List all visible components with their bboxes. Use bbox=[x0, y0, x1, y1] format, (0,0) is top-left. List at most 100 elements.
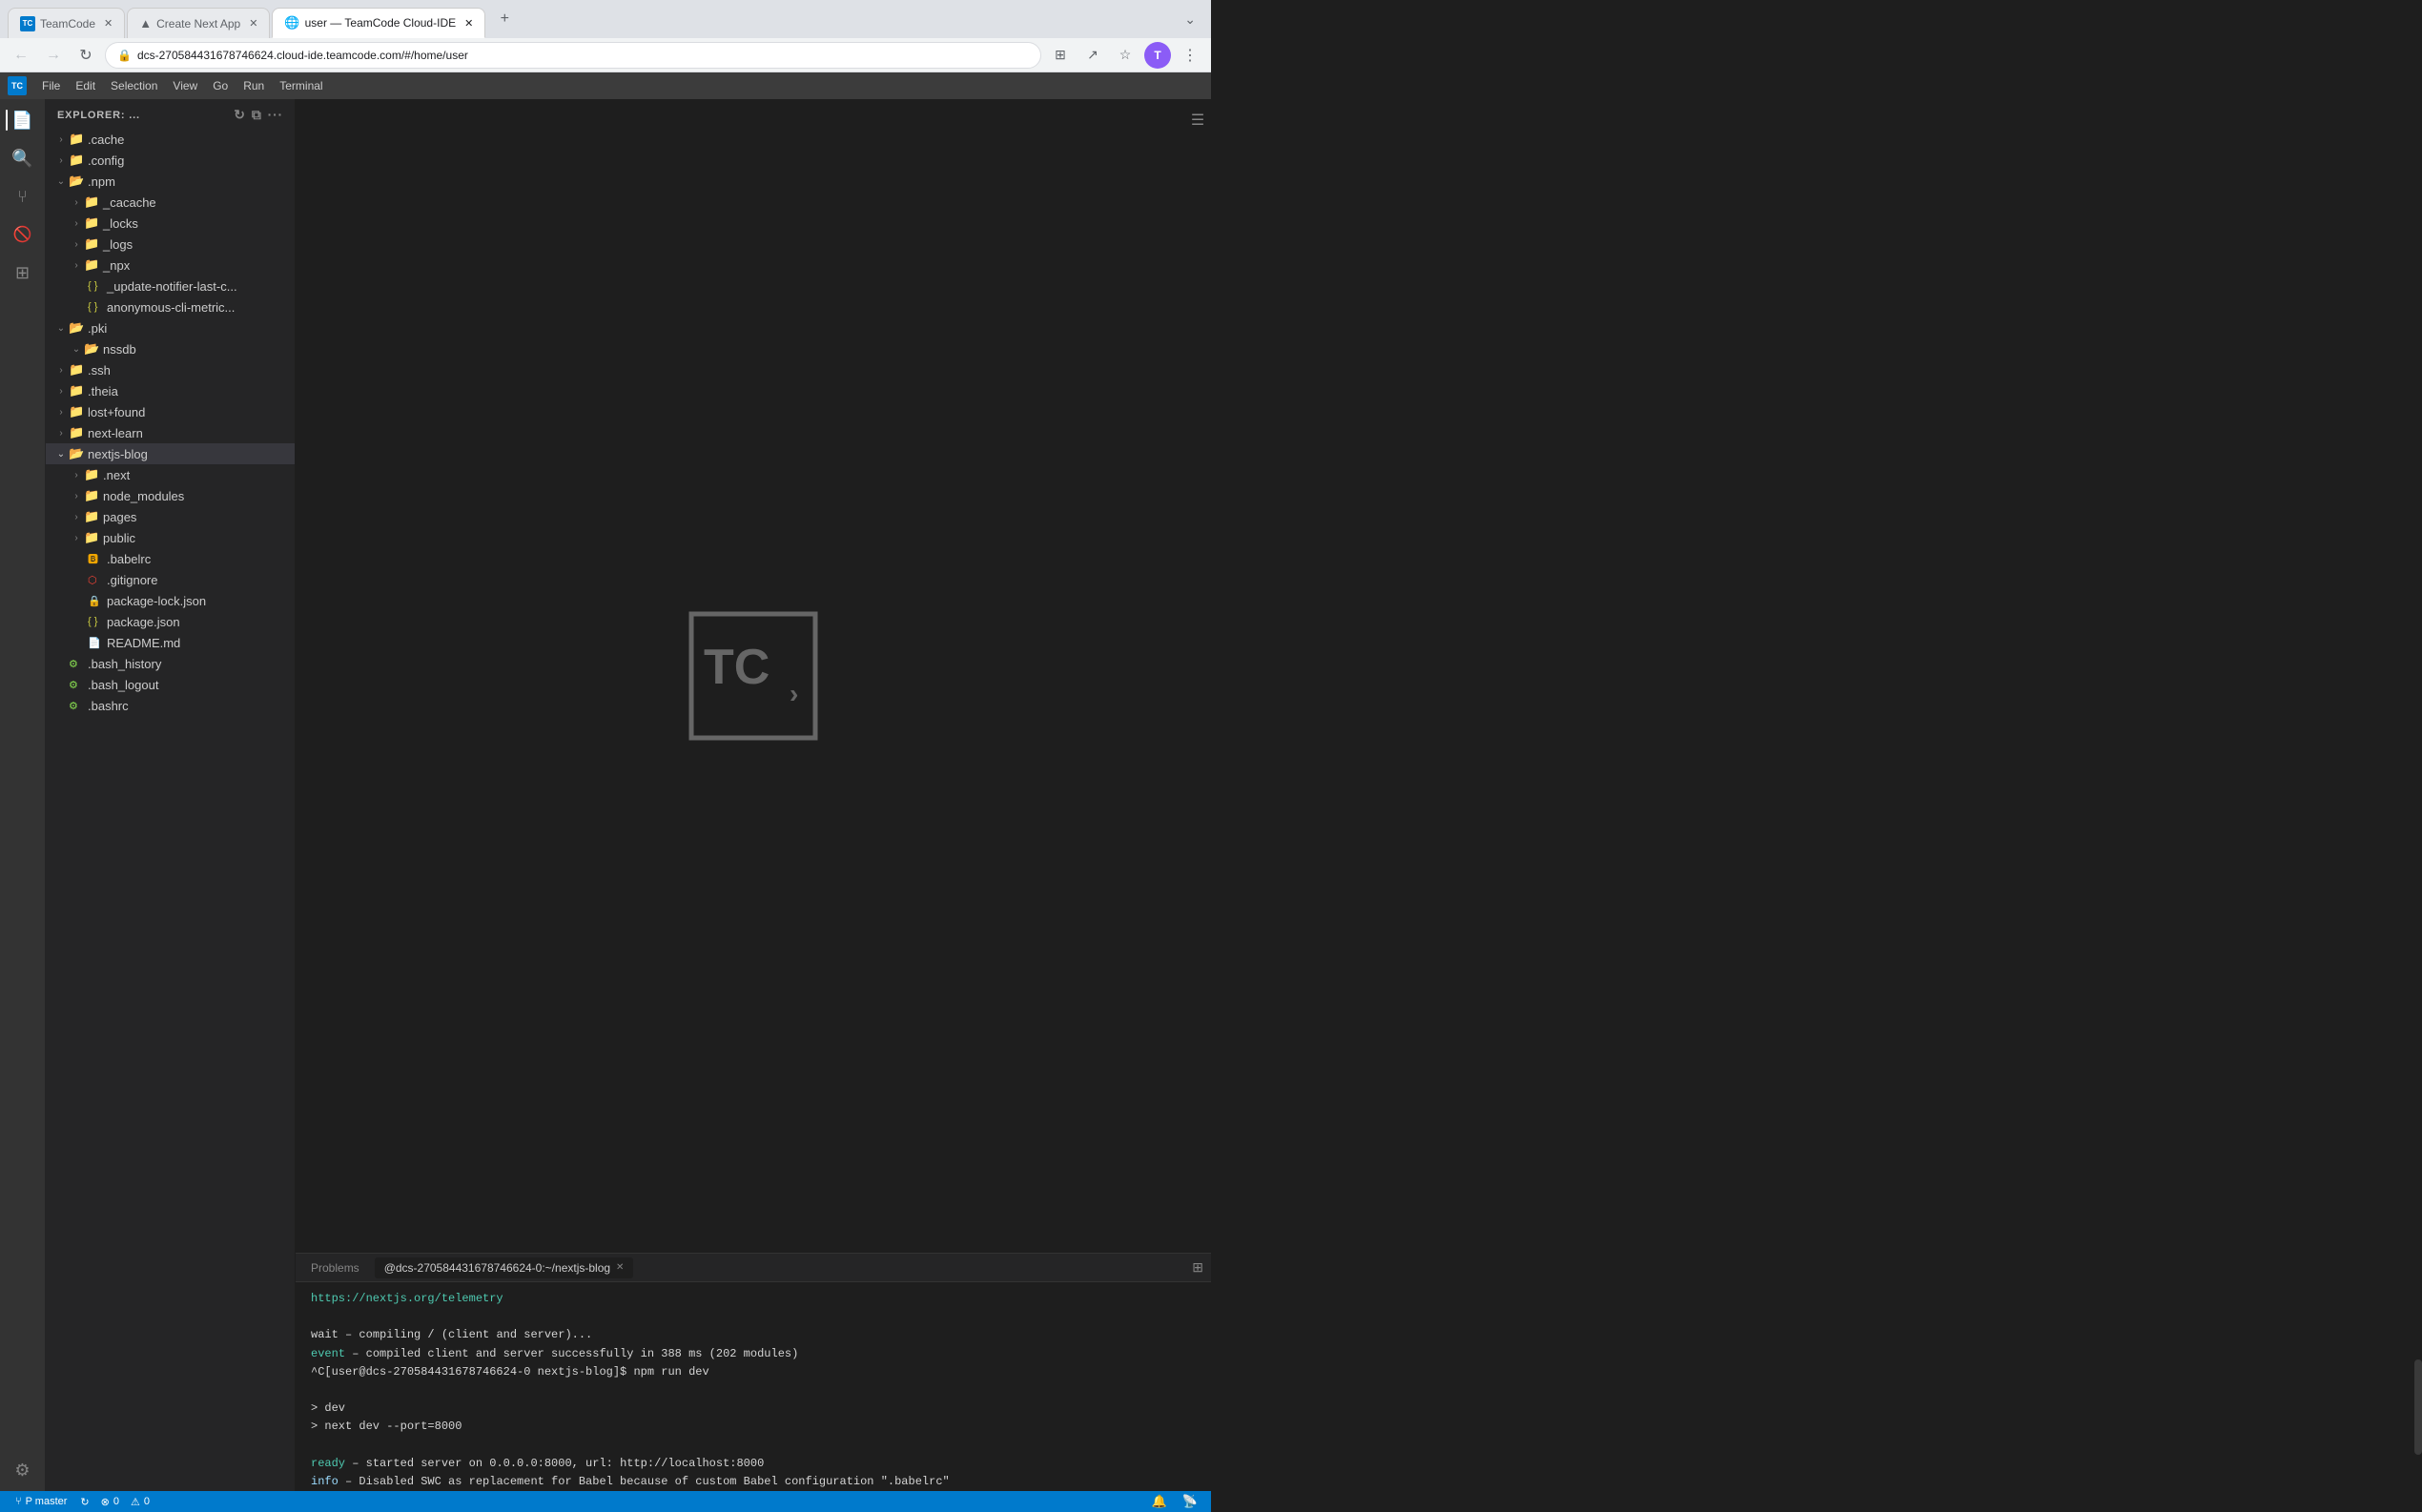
status-sync[interactable]: ↻ bbox=[74, 1491, 94, 1512]
folder-icon: 📁 bbox=[84, 215, 99, 231]
activity-icon-debug[interactable]: 🚫 bbox=[6, 217, 40, 252]
user-avatar[interactable]: T bbox=[1144, 42, 1171, 69]
tree-item-package-json[interactable]: { } package.json bbox=[46, 611, 295, 632]
tab-create-next-app[interactable]: ▲ Create Next App ✕ bbox=[127, 8, 270, 38]
folder-icon: 📁 bbox=[84, 236, 99, 252]
file-icon-bash: ⚙ bbox=[69, 700, 84, 712]
activity-icon-search[interactable]: 🔍 bbox=[6, 141, 40, 175]
tree-item-pki[interactable]: ⌄ 📂 .pki bbox=[46, 317, 295, 338]
sync-icon: ↻ bbox=[80, 1496, 89, 1508]
status-errors[interactable]: ⊗ 0 bbox=[95, 1491, 125, 1512]
chevron-right-icon: › bbox=[53, 362, 69, 378]
tab-cloud-icon: 🌐 bbox=[284, 15, 299, 31]
notification-icon[interactable]: 🔔 bbox=[1146, 1494, 1173, 1509]
menu-selection[interactable]: Selection bbox=[103, 77, 165, 94]
tree-item-theia[interactable]: › 📁 .theia bbox=[46, 380, 295, 401]
broadcast-icon[interactable]: 📡 bbox=[1177, 1494, 1203, 1509]
activity-icon-explorer[interactable]: 📄 bbox=[6, 103, 40, 137]
new-tab-button[interactable]: + bbox=[491, 6, 518, 32]
folder-icon: 📁 bbox=[69, 132, 84, 147]
file-icon-md: 📄 bbox=[88, 637, 103, 649]
menu-go[interactable]: Go bbox=[205, 77, 236, 94]
back-button[interactable]: ← bbox=[8, 42, 34, 69]
tree-item-public[interactable]: › 📁 public bbox=[46, 527, 295, 548]
activity-icon-settings[interactable]: ⚙ bbox=[6, 1453, 40, 1487]
tab-cloud-ide[interactable]: 🌐 user — TeamCode Cloud-IDE ✕ bbox=[272, 8, 485, 38]
more-explorer-icon[interactable]: ··· bbox=[268, 107, 283, 123]
status-warnings[interactable]: ⚠ 0 bbox=[125, 1491, 155, 1512]
chevron-right-icon: › bbox=[69, 194, 84, 210]
tab-terminal-active[interactable]: @dcs-270584431678746624-0:~/nextjs-blog … bbox=[375, 1257, 634, 1278]
tree-item-config[interactable]: › 📁 .config bbox=[46, 150, 295, 171]
tree-item-next-learn[interactable]: › 📁 next-learn bbox=[46, 422, 295, 443]
tree-label: README.md bbox=[107, 636, 180, 650]
tree-label: .bash_logout bbox=[88, 678, 158, 692]
lock-icon: 🔒 bbox=[117, 49, 132, 62]
tree-item-cache[interactable]: › 📁 .cache bbox=[46, 129, 295, 150]
chevron-down-icon: ⌄ bbox=[69, 341, 84, 357]
menu-view[interactable]: View bbox=[165, 77, 205, 94]
forward-button[interactable]: → bbox=[40, 42, 67, 69]
folder-open-icon: 📂 bbox=[69, 174, 84, 189]
main-content: 📄 🔍 ⑂ 🚫 ⊞ ⚙ EXPLORER: ... ↻ ⧉ ··· bbox=[0, 99, 1211, 1491]
folder-icon: 📁 bbox=[84, 509, 99, 524]
tab-teamcode[interactable]: TC TeamCode ✕ bbox=[8, 8, 125, 38]
file-tree-scroll: › 📁 .cache › 📁 .config ⌄ 📂 .npm bbox=[46, 129, 295, 716]
tree-item-babelrc[interactable]: 🅱 .babelrc bbox=[46, 548, 295, 569]
tree-item-nextjs-blog[interactable]: ⌄ 📂 nextjs-blog bbox=[46, 443, 295, 464]
tab-problems[interactable]: Problems bbox=[303, 1257, 367, 1278]
bookmark-icon[interactable]: ☆ bbox=[1112, 42, 1139, 69]
folder-icon: 📁 bbox=[84, 530, 99, 545]
tab-cloud-close[interactable]: ✕ bbox=[464, 17, 473, 30]
tree-label: .theia bbox=[88, 384, 118, 398]
tree-item-cacache[interactable]: › 📁 _cacache bbox=[46, 192, 295, 213]
menu-run[interactable]: Run bbox=[236, 77, 272, 94]
tab-teamcode-icon: TC bbox=[20, 16, 35, 31]
activity-icon-scm[interactable]: ⑂ bbox=[6, 179, 40, 214]
tree-item-bash-history[interactable]: ⚙ .bash_history bbox=[46, 653, 295, 674]
right-sidebar-toggle[interactable]: ☰ bbox=[1184, 107, 1211, 133]
tree-item-package-lock[interactable]: 🔒 package-lock.json bbox=[46, 590, 295, 611]
tree-item-logs[interactable]: › 📁 _logs bbox=[46, 234, 295, 255]
tree-item-ssh[interactable]: › 📁 .ssh bbox=[46, 359, 295, 380]
tree-item-bash-logout[interactable]: ⚙ .bash_logout bbox=[46, 674, 295, 695]
collapse-explorer-icon[interactable]: ⧉ bbox=[252, 107, 262, 123]
tab-menu[interactable]: ⌄ bbox=[1177, 11, 1203, 28]
tree-item-node-modules[interactable]: › 📁 node_modules bbox=[46, 485, 295, 506]
address-input[interactable]: 🔒 dcs-270584431678746624.cloud-ide.teamc… bbox=[105, 42, 1041, 69]
folder-icon: 📁 bbox=[84, 257, 99, 273]
menu-file[interactable]: File bbox=[34, 77, 68, 94]
tree-item-lost-found[interactable]: › 📁 lost+found bbox=[46, 401, 295, 422]
chrome-menu[interactable]: ⋮ bbox=[1177, 42, 1203, 69]
refresh-explorer-icon[interactable]: ↻ bbox=[234, 107, 246, 123]
menu-terminal[interactable]: Terminal bbox=[272, 77, 330, 94]
tree-item-gitignore[interactable]: ⬡ .gitignore bbox=[46, 569, 295, 590]
tree-item-bashrc[interactable]: ⚙ .bashrc bbox=[46, 695, 295, 716]
tree-item-nssdb[interactable]: ⌄ 📂 nssdb bbox=[46, 338, 295, 359]
split-terminal-icon[interactable]: ⊞ bbox=[1192, 1259, 1203, 1276]
share-icon[interactable]: ↗ bbox=[1079, 42, 1106, 69]
terminal-panel: Problems @dcs-270584431678746624-0:~/nex… bbox=[296, 1253, 1211, 1491]
tree-item-update-notifier[interactable]: { } _update-notifier-last-c... bbox=[46, 276, 295, 296]
status-branch[interactable]: ⑂ P master bbox=[8, 1491, 74, 1512]
editor-area: TC › ☰ bbox=[296, 99, 1211, 1253]
tree-item-readme[interactable]: 📄 README.md bbox=[46, 632, 295, 653]
tree-item-anonymous-cli[interactable]: { } anonymous-cli-metric... bbox=[46, 296, 295, 317]
tree-item-npm[interactable]: ⌄ 📂 .npm bbox=[46, 171, 295, 192]
terminal-tab-close-icon[interactable]: ✕ bbox=[616, 1262, 624, 1273]
tree-item-locks[interactable]: › 📁 _locks bbox=[46, 213, 295, 234]
tree-item-npx[interactable]: › 📁 _npx bbox=[46, 255, 295, 276]
menu-edit[interactable]: Edit bbox=[68, 77, 103, 94]
tc-logo-svg: TC › bbox=[677, 600, 830, 752]
tree-item-dot-next[interactable]: › 📁 .next bbox=[46, 464, 295, 485]
sidebar: EXPLORER: ... ↻ ⧉ ··· › 📁 .cache bbox=[46, 99, 296, 1491]
tab-next-close[interactable]: ✕ bbox=[249, 17, 257, 30]
refresh-button[interactable]: ↻ bbox=[72, 42, 99, 69]
activity-icon-extensions[interactable]: ⊞ bbox=[6, 255, 40, 290]
terminal-content[interactable]: https://nextjs.org/telemetry wait – comp… bbox=[296, 1282, 1211, 1491]
tab-teamcode-close[interactable]: ✕ bbox=[104, 17, 113, 30]
translate-icon[interactable]: ⊞ bbox=[1047, 42, 1074, 69]
browser-chrome: TC TeamCode ✕ ▲ Create Next App ✕ 🌐 user… bbox=[0, 0, 1211, 38]
tree-label: nssdb bbox=[103, 342, 136, 357]
tree-item-pages[interactable]: › 📁 pages bbox=[46, 506, 295, 527]
